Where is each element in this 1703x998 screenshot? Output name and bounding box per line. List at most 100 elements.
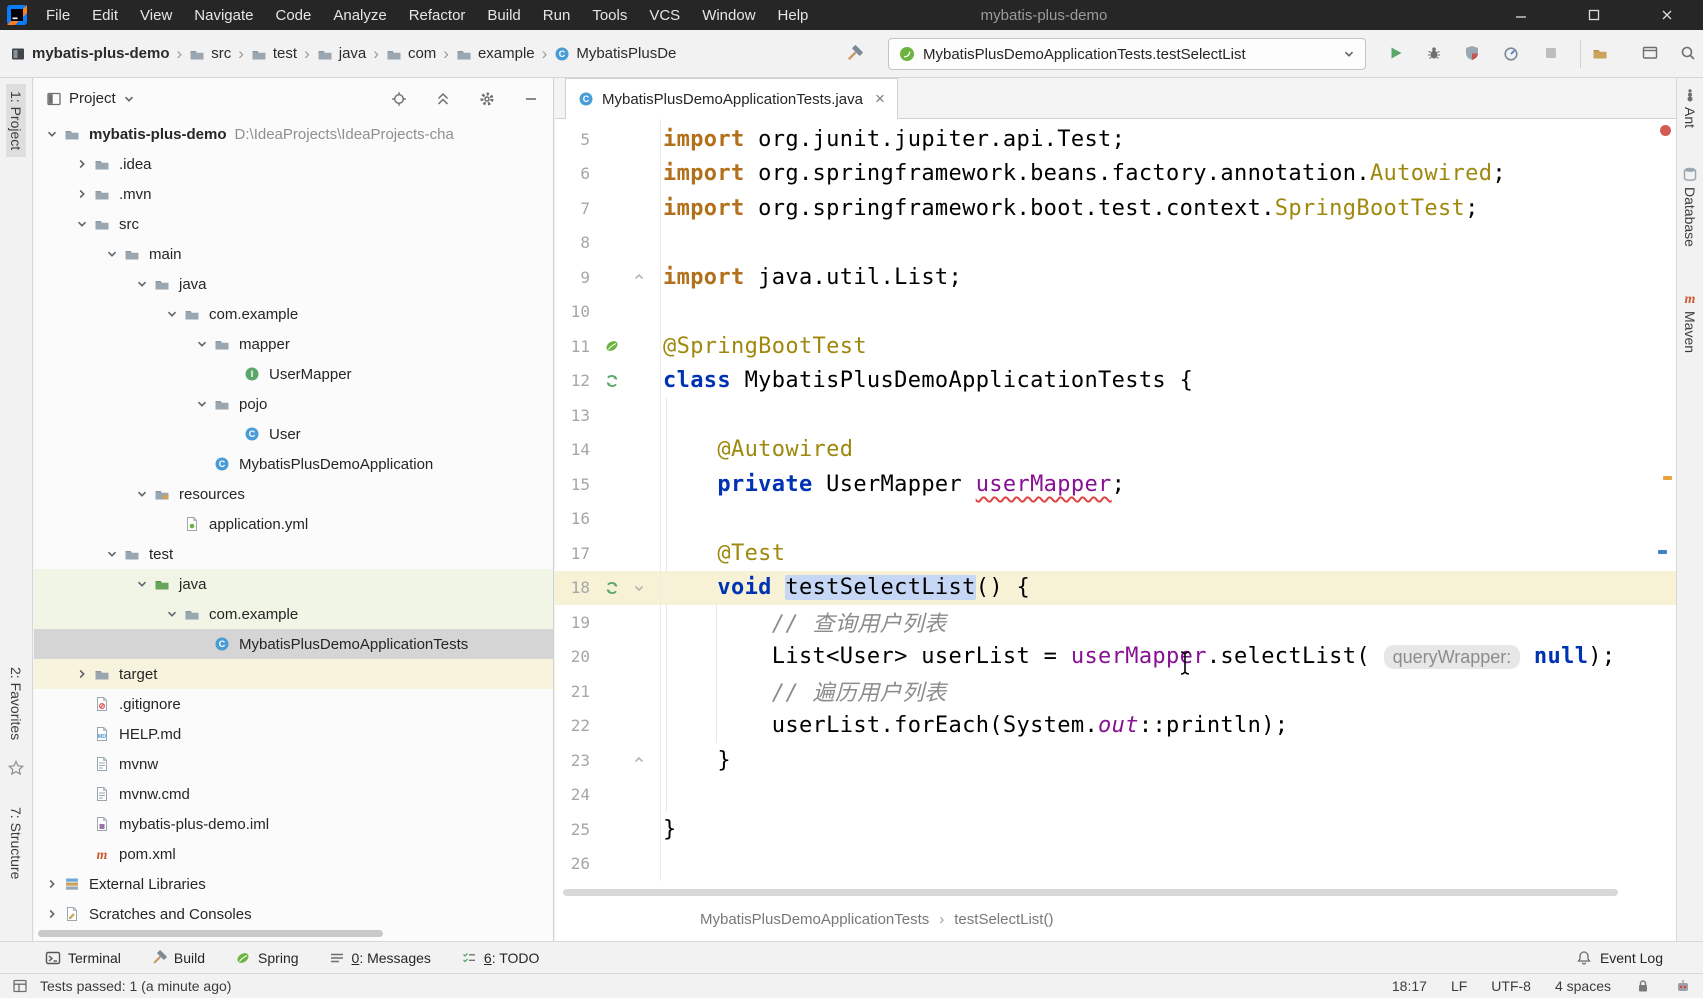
code-line-6[interactable]: 6 import org.springframework.beans.facto… <box>555 157 1676 192</box>
menu-code[interactable]: Code <box>264 0 322 30</box>
menu-refactor[interactable]: Refactor <box>398 0 477 30</box>
tree-item-mybatis-plus-demo-iml[interactable]: mybatis-plus-demo.iml <box>34 809 553 839</box>
code-line-25[interactable]: 25 } <box>555 812 1676 847</box>
build-hammer-icon[interactable] <box>845 45 863 63</box>
menu-navigate[interactable]: Navigate <box>183 0 264 30</box>
horizontal-scrollbar[interactable] <box>563 889 1618 896</box>
tree-item-pom-xml[interactable]: m pom.xml <box>34 839 553 869</box>
breadcrumb-mybatisplusde[interactable]: CMybatisPlusDe <box>554 45 676 62</box>
code-line-23[interactable]: 23 } <box>555 743 1676 778</box>
menu-help[interactable]: Help <box>767 0 820 30</box>
menu-build[interactable]: Build <box>476 0 531 30</box>
code-line-16[interactable]: 16 <box>555 502 1676 537</box>
project-panel-title[interactable]: Project <box>69 90 116 107</box>
code-line-21[interactable]: 21 // 遍历用户列表 <box>555 674 1676 709</box>
chevron-down-icon[interactable] <box>130 278 154 290</box>
tree-item-java[interactable]: java <box>34 269 553 299</box>
code-line-9[interactable]: 9 import java.util.List; <box>555 260 1676 295</box>
breadcrumb-com[interactable]: com <box>386 45 436 62</box>
tree-item-idea[interactable]: .idea <box>34 149 553 179</box>
tree-item-resources[interactable]: resources <box>34 479 553 509</box>
code-editor[interactable]: 5 import org.junit.jupiter.api.Test; 6 i… <box>555 119 1676 881</box>
stop-button[interactable] <box>1543 45 1559 61</box>
code-line-24[interactable]: 24 <box>555 778 1676 813</box>
minimize-button[interactable] <box>1484 0 1557 30</box>
menu-tools[interactable]: Tools <box>581 0 638 30</box>
chevron-down-icon[interactable] <box>123 93 135 105</box>
tool-stripe-7-structure[interactable]: 7: Structure <box>6 800 26 886</box>
menu-view[interactable]: View <box>129 0 183 30</box>
tool-stripe-maven[interactable]: m Maven <box>1677 290 1703 353</box>
code-line-8[interactable]: 8 <box>555 226 1676 261</box>
code-line-17[interactable]: 17 @Test <box>555 536 1676 571</box>
toolwindow-button-6-todo[interactable]: 6: TODO <box>461 950 540 966</box>
tab-close-icon[interactable]: × <box>875 89 885 109</box>
chevron-down-icon[interactable] <box>70 218 94 230</box>
tree-item-java[interactable]: java <box>34 569 553 599</box>
chevron-right-icon[interactable] <box>40 878 64 890</box>
fold-marker[interactable] <box>625 271 653 283</box>
hide-windows-button[interactable] <box>1642 45 1658 61</box>
fold-marker[interactable] <box>625 754 653 766</box>
tree-item-mybatisplusdemoapplicationtests[interactable]: C MybatisPlusDemoApplicationTests <box>34 629 553 659</box>
open-project-button[interactable] <box>1592 45 1608 61</box>
profiler-button[interactable] <box>1503 45 1519 61</box>
tree-item-test[interactable]: test <box>34 539 553 569</box>
breadcrumb-mybatis-plus-demo[interactable]: mybatis-plus-demo <box>10 45 170 62</box>
scrollbar-info-mark[interactable] <box>1658 550 1667 554</box>
run-test-icon[interactable] <box>599 580 625 596</box>
favorites-star-icon[interactable] <box>8 760 24 776</box>
tree-item-scratches-and-consoles[interactable]: Scratches and Consoles <box>34 899 553 929</box>
tree-item-help-md[interactable]: MD HELP.md <box>34 719 553 749</box>
chevron-down-icon[interactable] <box>100 248 124 260</box>
menu-file[interactable]: File <box>35 0 81 30</box>
tree-item-external-libraries[interactable]: External Libraries <box>34 869 553 899</box>
spring-bean-icon[interactable] <box>599 338 625 354</box>
line-ending[interactable]: LF <box>1451 978 1467 994</box>
lock-icon[interactable] <box>1635 978 1651 994</box>
menu-run[interactable]: Run <box>532 0 582 30</box>
tree-item-mybatis-plus-demo[interactable]: mybatis-plus-demoD:\IdeaProjects\IdeaPro… <box>34 119 553 149</box>
chevron-down-icon[interactable] <box>130 488 154 500</box>
breadcrumb-method[interactable]: testSelectList() <box>954 911 1053 928</box>
code-line-10[interactable]: 10 <box>555 295 1676 330</box>
chevron-down-icon[interactable] <box>40 128 64 140</box>
cursor-position[interactable]: 18:17 <box>1392 978 1427 994</box>
tree-item-main[interactable]: main <box>34 239 553 269</box>
run-button[interactable] <box>1388 45 1404 61</box>
chevron-down-icon[interactable] <box>100 548 124 560</box>
inspection-indicator[interactable] <box>1660 125 1671 136</box>
chevron-down-icon[interactable] <box>160 608 184 620</box>
breadcrumb-src[interactable]: src <box>189 45 231 62</box>
coverage-button[interactable] <box>1464 45 1480 61</box>
event-log-button[interactable]: Event Log <box>1576 950 1663 966</box>
menu-analyze[interactable]: Analyze <box>322 0 397 30</box>
fold-marker[interactable] <box>625 582 653 594</box>
ide-fatal-errors-icon[interactable] <box>1675 978 1691 994</box>
code-line-11[interactable]: 11 @SpringBootTest <box>555 329 1676 364</box>
search-everywhere-button[interactable] <box>1680 45 1696 61</box>
breadcrumb-test[interactable]: test <box>251 45 297 62</box>
tool-stripe-2-favorites[interactable]: 2: Favorites <box>6 660 26 747</box>
status-message[interactable]: Tests passed: 1 (a minute ago) <box>40 978 231 994</box>
chevron-right-icon[interactable] <box>40 908 64 920</box>
chevron-right-icon[interactable] <box>70 668 94 680</box>
scrollbar-warning-mark[interactable] <box>1663 476 1672 480</box>
tree-item-gitignore[interactable]: .gitignore <box>34 689 553 719</box>
tree-item-target[interactable]: target <box>34 659 553 689</box>
tree-item-mapper[interactable]: mapper <box>34 329 553 359</box>
code-line-5[interactable]: 5 import org.junit.jupiter.api.Test; <box>555 122 1676 157</box>
hide-panel-button[interactable] <box>523 91 539 107</box>
toolwindow-button-spring[interactable]: Spring <box>235 950 298 966</box>
maximize-button[interactable] <box>1557 0 1630 30</box>
tree-item-mybatisplusdemoapplication[interactable]: C MybatisPlusDemoApplication <box>34 449 553 479</box>
breadcrumb-java[interactable]: java <box>317 45 367 62</box>
gear-icon[interactable] <box>479 91 495 107</box>
code-line-20[interactable]: 20 List<User> userList = userMapper.sele… <box>555 640 1676 675</box>
collapse-all-button[interactable] <box>435 91 451 107</box>
locate-button[interactable] <box>391 91 407 107</box>
chevron-down-icon[interactable] <box>160 308 184 320</box>
run-config-select[interactable]: MybatisPlusDemoApplicationTests.testSele… <box>888 38 1366 70</box>
code-line-19[interactable]: 19 // 查询用户列表 <box>555 605 1676 640</box>
code-line-22[interactable]: 22 userList.forEach(System.out::println)… <box>555 709 1676 744</box>
